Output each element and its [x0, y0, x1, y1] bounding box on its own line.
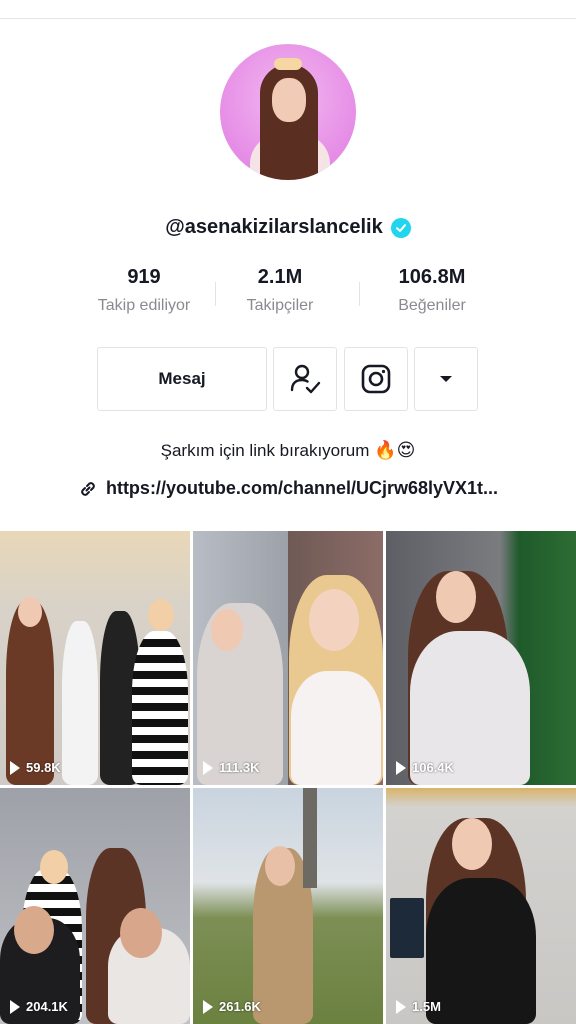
play-icon	[396, 999, 406, 1014]
avatar[interactable]	[220, 44, 356, 180]
stat-likes-value: 106.8M	[398, 266, 466, 288]
stat-likes-label: Beğeniler	[398, 297, 466, 314]
bio-text: Şarkım için link bırakıyorum	[160, 441, 370, 460]
caret-down-icon	[440, 376, 452, 382]
stat-following-label: Takip ediliyor	[97, 297, 191, 314]
video-views: 1.5M	[396, 999, 441, 1014]
video-views: 261.6K	[203, 999, 261, 1014]
stat-followers-label: Takipçiler	[246, 297, 314, 314]
video-view-count: 1.5M	[412, 999, 441, 1014]
play-icon	[396, 760, 406, 775]
video-tile[interactable]: 106.4K	[386, 531, 576, 785]
video-views: 204.1K	[10, 999, 68, 1014]
stat-following-value: 919	[127, 266, 161, 288]
play-icon	[10, 999, 20, 1014]
top-divider	[0, 18, 576, 19]
video-view-count: 204.1K	[26, 999, 68, 1014]
message-button[interactable]: Mesaj	[97, 347, 267, 411]
following-status-button[interactable]	[273, 347, 337, 411]
video-views: 106.4K	[396, 760, 454, 775]
stat-followers-value: 2.1M	[257, 266, 303, 288]
bio-emojis: 🔥😍	[374, 440, 416, 460]
stat-followers[interactable]: 2.1M Takipçiler	[228, 266, 332, 315]
play-icon	[203, 760, 213, 775]
stat-following[interactable]: 919 Takip ediliyor	[84, 266, 204, 315]
video-tile[interactable]: 261.6K	[193, 788, 383, 1024]
video-tile[interactable]: 59.8K	[0, 531, 190, 785]
bio-link[interactable]: https://youtube.com/channel/UCjrw68lyVX1…	[0, 478, 576, 499]
video-view-count: 59.8K	[26, 760, 61, 775]
play-icon	[10, 760, 20, 775]
more-options-button[interactable]	[414, 347, 478, 411]
video-view-count: 106.4K	[412, 760, 454, 775]
avatar-face	[272, 78, 306, 122]
instagram-icon	[361, 364, 391, 394]
verified-badge-icon	[390, 217, 411, 238]
link-icon	[81, 481, 95, 496]
avatar-crown	[274, 58, 302, 70]
video-view-count: 111.3K	[219, 760, 260, 775]
video-grid: 59.8K 111.3K 106.4K 204.1K 261.6K 1.5M	[0, 531, 576, 1024]
video-tile[interactable]: 204.1K	[0, 788, 190, 1024]
stat-likes[interactable]: 106.8M Beğeniler	[372, 266, 492, 315]
bio-link-text: https://youtube.com/channel/UCjrw68lyVX1…	[105, 478, 499, 498]
video-tile[interactable]: 1.5M	[386, 788, 576, 1024]
bio: Şarkım için link bırakıyorum 🔥😍	[0, 440, 576, 461]
video-views: 59.8K	[10, 760, 61, 775]
video-view-count: 261.6K	[219, 999, 261, 1014]
stat-divider	[359, 282, 360, 306]
video-tile[interactable]: 111.3K	[193, 531, 383, 785]
stat-divider	[215, 282, 216, 306]
play-icon	[203, 999, 213, 1014]
username: @asenakizilarslancelik	[165, 216, 383, 238]
user-check-icon	[290, 364, 321, 394]
username-row: @asenakizilarslancelik	[0, 216, 576, 239]
instagram-button[interactable]	[344, 347, 408, 411]
video-views: 111.3K	[203, 760, 260, 775]
